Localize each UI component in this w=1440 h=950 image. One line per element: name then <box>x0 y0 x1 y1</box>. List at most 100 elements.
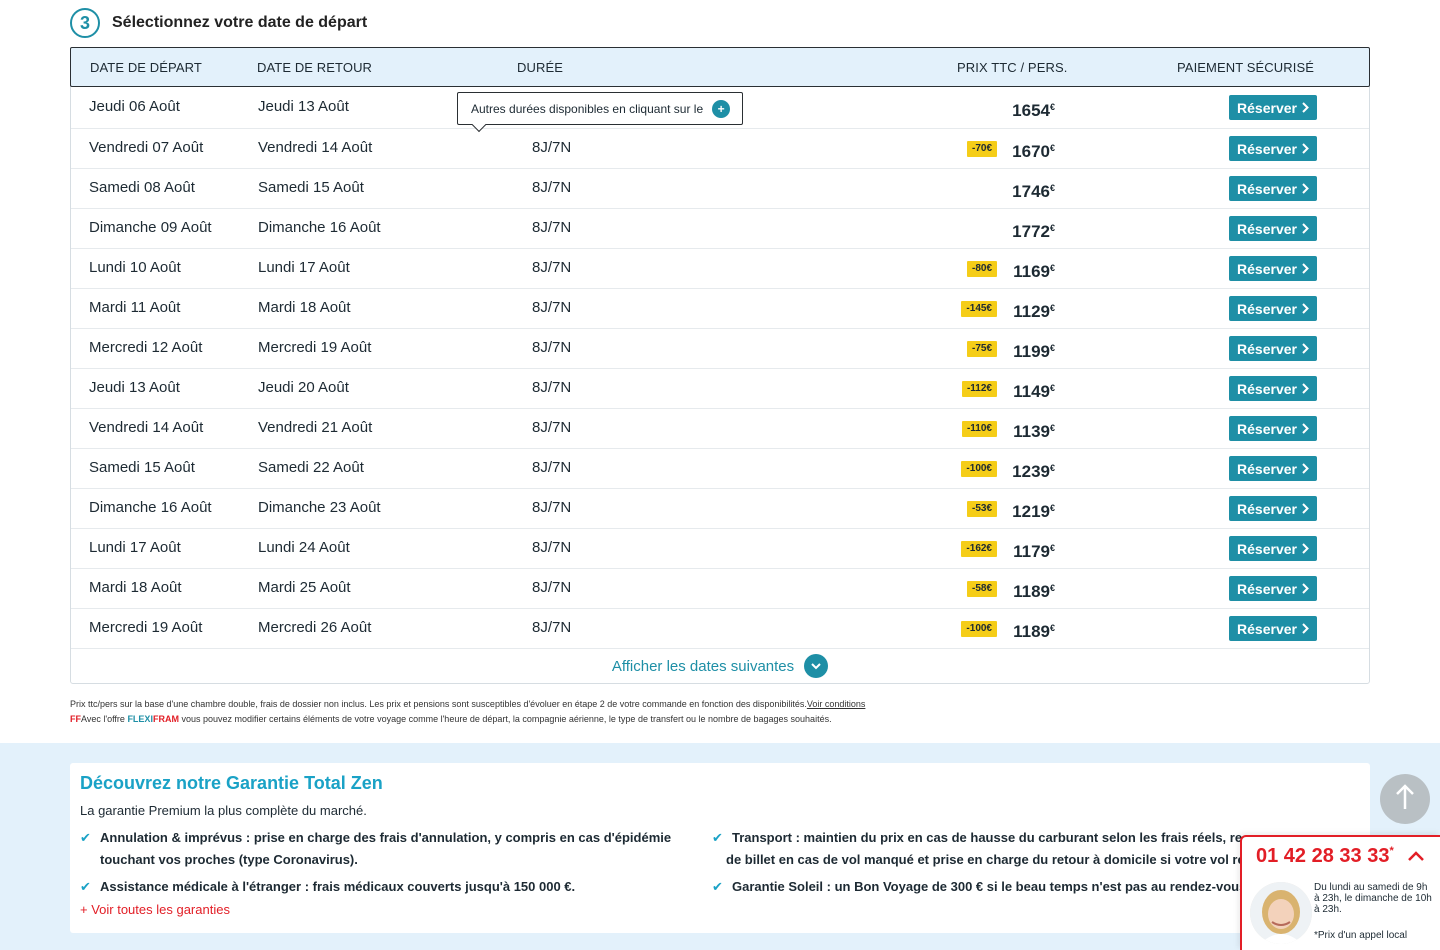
return-date: Jeudi 20 Août <box>258 379 349 396</box>
reserve-button-label: Réserver <box>1237 580 1297 597</box>
duration: 8J/7N <box>532 459 572 476</box>
duration: 8J/7N <box>532 539 572 556</box>
price: 1746€ <box>1012 169 1055 209</box>
reserve-button-label: Réserver <box>1237 340 1297 357</box>
departure-date: Samedi 08 Août <box>89 179 195 196</box>
flexi-label: FLEXI <box>127 714 153 724</box>
departure-date: Dimanche 09 Août <box>89 219 212 236</box>
chevron-down-icon[interactable] <box>804 654 829 678</box>
show-more-label[interactable]: Afficher les dates suivantes <box>612 658 794 675</box>
price: 1239€ <box>1012 449 1055 489</box>
reserve-button[interactable]: Réserver <box>1229 376 1317 401</box>
price-value: 1139 <box>1013 422 1050 441</box>
return-date: Dimanche 23 Août <box>258 499 381 516</box>
reserve-button[interactable]: Réserver <box>1229 536 1317 561</box>
price-value: 1189 <box>1013 622 1050 641</box>
departure-date: Mercredi 19 Août <box>89 619 203 636</box>
reserve-button-label: Réserver <box>1237 300 1297 317</box>
reserve-button-label: Réserver <box>1237 500 1297 517</box>
check-icon: ✔ <box>712 879 723 894</box>
reserve-button[interactable]: Réserver <box>1229 616 1317 641</box>
return-date: Dimanche 16 Août <box>258 219 381 236</box>
currency: € <box>1049 423 1055 433</box>
currency: € <box>1049 223 1055 233</box>
discount-badge: -100€ <box>961 621 997 637</box>
reserve-button[interactable]: Réserver <box>1229 256 1317 281</box>
duration: 8J/7N <box>532 299 572 316</box>
table-row: Samedi 15 Août Samedi 22 Août 8J/7N -100€ 12… <box>71 448 1369 488</box>
chevron-right-icon <box>1302 461 1309 477</box>
departure-date: Samedi 15 Août <box>89 459 195 476</box>
currency: € <box>1049 263 1055 273</box>
discount-badge: -162€ <box>961 541 997 557</box>
reserve-button-label: Réserver <box>1237 380 1297 397</box>
phone-number[interactable]: 01 42 28 33 33* <box>1256 845 1394 868</box>
duration: 8J/7N <box>532 419 572 436</box>
duration: 8J/7N <box>532 579 572 596</box>
duration-tooltip: Autres durées disponibles en cliquant su… <box>457 92 743 133</box>
discount-badge: -58€ <box>966 581 997 597</box>
show-more-dates[interactable]: Afficher les dates suivantes <box>71 648 1369 683</box>
chevron-right-icon <box>1302 581 1309 597</box>
price-value: 1179 <box>1013 542 1050 561</box>
currency: € <box>1049 623 1055 633</box>
price: 1670€ <box>1012 129 1055 169</box>
reserve-button[interactable]: Réserver <box>1229 416 1317 441</box>
departure-date: Jeudi 06 Août <box>89 98 180 115</box>
reserve-button[interactable]: Réserver <box>1229 336 1317 361</box>
zen-title: Découvrez notre Garantie Total Zen <box>80 773 383 793</box>
price-notes: Prix ttc/pers sur la base d'une chambre … <box>70 697 1370 727</box>
plus-icon[interactable]: + <box>712 99 731 118</box>
header-duration: DURÉE <box>517 60 564 75</box>
chevron-right-icon <box>1302 341 1309 357</box>
departure-date: Mercredi 12 Août <box>89 339 203 356</box>
price-value: 1149 <box>1013 382 1050 401</box>
chevron-up-icon[interactable] <box>1406 849 1426 868</box>
currency: € <box>1049 383 1055 393</box>
price: 1129€ <box>1013 289 1055 329</box>
departure-date: Lundi 17 Août <box>89 539 181 556</box>
table-row: Mercredi 12 Août Mercredi 19 Août 8J/7N -75… <box>71 328 1369 368</box>
price: 1654€ <box>1012 88 1055 128</box>
departure-date: Jeudi 13 Août <box>89 379 180 396</box>
zen-subtitle: La garantie Premium la plus complète du … <box>80 803 367 818</box>
duration: 8J/7N <box>532 379 572 396</box>
price-value: 1199 <box>1013 342 1050 361</box>
reserve-button[interactable]: Réserver <box>1229 496 1317 521</box>
table-row: Vendredi 07 Août Vendredi 14 Août 8J/7N -70… <box>71 128 1369 168</box>
table-row: Samedi 08 Août Samedi 15 Août 8J/7N 1746€ Ré… <box>71 168 1369 208</box>
reserve-button-label: Réserver <box>1237 180 1297 197</box>
price: 1139€ <box>1013 409 1055 449</box>
conditions-link[interactable]: Voir conditions <box>807 699 866 709</box>
discount-badge: -145€ <box>961 301 997 317</box>
reserve-button[interactable]: Réserver <box>1229 216 1317 241</box>
reserve-button-label: Réserver <box>1237 460 1297 477</box>
reserve-button[interactable]: Réserver <box>1229 136 1317 161</box>
zen-item-medical: ✔ Assistance médicale à l'étranger : fra… <box>80 876 700 898</box>
duration: 8J/7N <box>532 499 572 516</box>
all-guarantees-link[interactable]: + Voir toutes les garanties <box>80 902 230 917</box>
price: 1169€ <box>1013 249 1055 289</box>
reserve-button[interactable]: Réserver <box>1229 456 1317 481</box>
reserve-button[interactable]: Réserver <box>1229 576 1317 601</box>
table-row: Lundi 10 Août Lundi 17 Août 8J/7N -80€ 1169€… <box>71 248 1369 288</box>
duration: 8J/7N <box>532 139 572 156</box>
price-value: 1772 <box>1012 222 1050 241</box>
price-value: 1189 <box>1013 582 1050 601</box>
reserve-button[interactable]: Réserver <box>1229 296 1317 321</box>
price: 1149€ <box>1013 369 1055 409</box>
chevron-right-icon <box>1302 221 1309 237</box>
return-date: Mercredi 19 Août <box>258 339 372 356</box>
scroll-top-button[interactable] <box>1380 774 1430 824</box>
chevron-right-icon <box>1302 261 1309 277</box>
discount-badge: -70€ <box>966 141 997 157</box>
departure-date: Vendredi 07 Août <box>89 139 204 156</box>
discount-badge: -80€ <box>966 261 997 277</box>
header-departure: DATE DE DÉPART <box>90 60 202 75</box>
departure-date: Lundi 10 Août <box>89 259 181 276</box>
reserve-button[interactable]: Réserver <box>1229 176 1317 201</box>
reserve-button[interactable]: Réserver <box>1229 95 1317 120</box>
table-row: Lundi 17 Août Lundi 24 Août 8J/7N -162€ 1179… <box>71 528 1369 568</box>
discount-badge: -110€ <box>961 421 997 437</box>
price: 1219€ <box>1012 489 1055 529</box>
